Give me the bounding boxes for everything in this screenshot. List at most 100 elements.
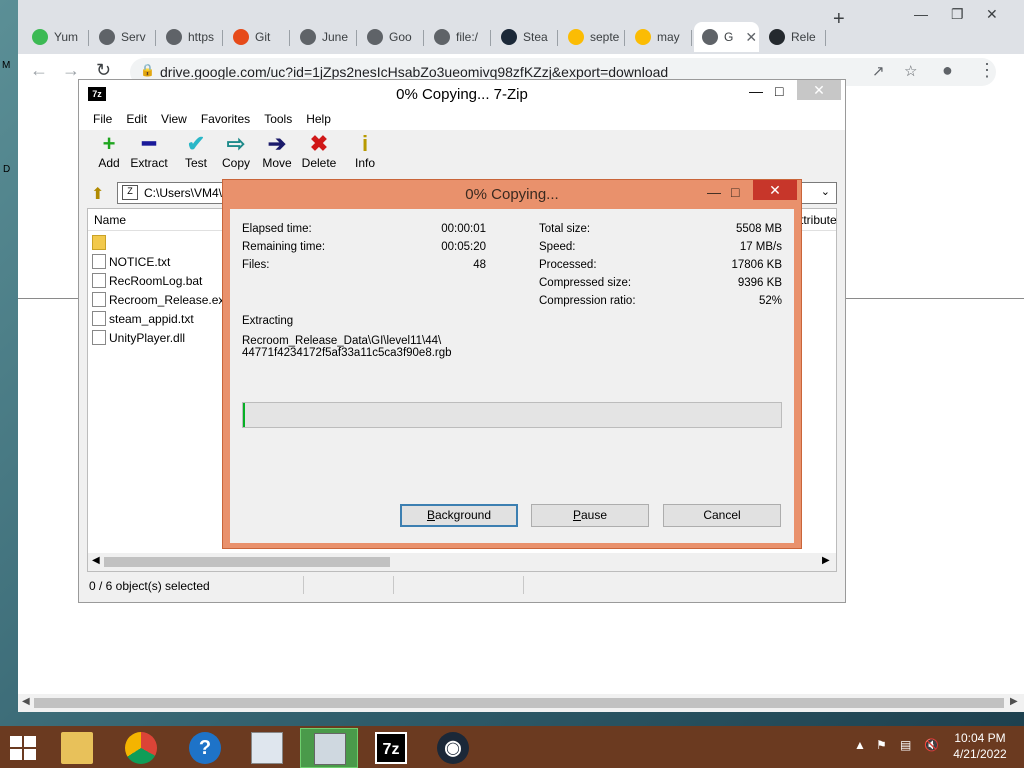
current-file-name: 44771f4234172f5af33a11c5ca3f90e8.rgb bbox=[242, 347, 452, 359]
tab-label: Git bbox=[255, 30, 271, 44]
tab-close-icon[interactable]: ✕ bbox=[745, 29, 757, 46]
browser-tab[interactable]: Rele bbox=[761, 22, 826, 52]
dialog-maximize-button[interactable]: □ bbox=[731, 184, 739, 200]
file-icon bbox=[92, 311, 106, 326]
list-item[interactable]: UnityPlayer.dll bbox=[92, 328, 185, 347]
cancel-button[interactable]: Cancel bbox=[663, 504, 781, 527]
scroll-left-arrow-icon[interactable]: ◀ bbox=[92, 555, 100, 566]
file-list-scroll-thumb[interactable] bbox=[104, 557, 390, 567]
operation-label: Extracting bbox=[242, 315, 294, 327]
browser-tab[interactable]: Git bbox=[225, 22, 290, 52]
background-button[interactable]: Background bbox=[400, 504, 518, 527]
list-item[interactable]: Recroom_Release.exe bbox=[92, 290, 231, 309]
menu-item[interactable]: File bbox=[93, 112, 112, 126]
sevenzip-minimize-button[interactable]: — bbox=[749, 83, 763, 99]
forward-icon[interactable]: → bbox=[62, 60, 80, 81]
browser-tab[interactable]: Yum bbox=[24, 22, 89, 52]
taskbar-monitor[interactable] bbox=[238, 728, 296, 768]
volume-muted-icon[interactable]: 🔇 bbox=[924, 738, 939, 752]
copy-icon: ⇨ bbox=[226, 131, 246, 156]
toolbar-button-add[interactable]: + Add bbox=[89, 132, 129, 178]
column-header-attributes[interactable]: ttribute bbox=[800, 213, 837, 227]
taskbar-steam[interactable]: ◉ bbox=[424, 728, 482, 768]
tab-favicon-icon bbox=[233, 29, 249, 45]
profile-avatar[interactable]: ● bbox=[942, 60, 953, 81]
menu-item[interactable]: Favorites bbox=[201, 112, 250, 126]
total-size-value: 5508 MB bbox=[735, 223, 782, 235]
tab-label: septe bbox=[590, 30, 620, 44]
compression-ratio-label: Compression ratio: bbox=[539, 295, 636, 307]
bookmark-star-icon[interactable]: ☆ bbox=[904, 62, 917, 80]
taskbar-help[interactable]: ? bbox=[176, 728, 234, 768]
taskbar-chrome[interactable] bbox=[112, 728, 170, 768]
page-scroll-thumb[interactable] bbox=[34, 698, 1004, 708]
list-item[interactable]: RecRoomLog.bat bbox=[92, 271, 202, 290]
list-item[interactable]: NOTICE.txt bbox=[92, 252, 170, 271]
browser-tab[interactable]: June bbox=[292, 22, 357, 52]
sevenzip-maximize-button[interactable]: □ bbox=[775, 83, 783, 99]
tray-expand-icon[interactable]: ▲ bbox=[854, 738, 866, 752]
toolbar-button-label: Add bbox=[98, 156, 120, 170]
browser-tab[interactable]: septe bbox=[560, 22, 625, 52]
tab-separator bbox=[557, 30, 558, 46]
folder-up-icon[interactable]: ⬆ bbox=[91, 184, 104, 204]
move-icon: ➔ bbox=[267, 131, 287, 156]
dialog-close-button[interactable]: ✕ bbox=[753, 180, 797, 200]
back-icon[interactable]: ← bbox=[30, 60, 48, 81]
toolbar-button-info[interactable]: i Info bbox=[345, 132, 385, 178]
menu-item[interactable]: Tools bbox=[264, 112, 292, 126]
toolbar-button-extract[interactable]: ━ Extract bbox=[129, 132, 169, 178]
browser-tab[interactable]: file:/ bbox=[426, 22, 491, 52]
browser-tab[interactable]: Stea bbox=[493, 22, 558, 52]
browser-tab[interactable]: Goo bbox=[359, 22, 424, 52]
taskbar-installer[interactable] bbox=[300, 728, 358, 768]
tab-separator bbox=[624, 30, 625, 46]
tab-strip: Yum Serv https Git June Goo file:/ Stea septe may… bbox=[18, 18, 1024, 54]
menu-item[interactable]: Edit bbox=[126, 112, 147, 126]
file-name: steam_appid.txt bbox=[109, 311, 194, 326]
reload-icon[interactable]: ↻ bbox=[96, 60, 111, 81]
status-bar: 0 / 6 object(s) selected bbox=[87, 576, 837, 596]
toolbar-button-test[interactable]: ✔ Test bbox=[176, 132, 216, 178]
browser-tab[interactable]: may bbox=[627, 22, 692, 52]
clock-date: 4/21/2022 bbox=[953, 747, 1007, 761]
chrome-menu-icon[interactable]: ⋮ bbox=[978, 60, 996, 81]
start-button[interactable] bbox=[10, 736, 38, 760]
file-list-horizontal-scrollbar[interactable]: ◀ ▶ bbox=[88, 553, 836, 571]
taskbar-clock[interactable]: 10:04 PM 4/21/2022 bbox=[940, 730, 1020, 762]
toolbar-button-copy[interactable]: ⇨ Copy bbox=[216, 132, 256, 178]
sevenzip-close-button[interactable]: ✕ bbox=[797, 80, 841, 100]
taskbar-file-explorer[interactable] bbox=[48, 728, 106, 768]
share-icon[interactable]: ↗ bbox=[872, 62, 885, 80]
monitor-icon bbox=[251, 732, 283, 764]
tab-label: Rele bbox=[791, 30, 816, 44]
network-icon[interactable]: ▤ bbox=[900, 738, 911, 752]
action-center-flag-icon[interactable]: ⚑ bbox=[876, 738, 887, 752]
scroll-right-arrow-icon[interactable]: ▶ bbox=[1010, 696, 1018, 707]
pause-button[interactable]: Pause bbox=[531, 504, 649, 527]
scroll-right-arrow-icon[interactable]: ▶ bbox=[822, 555, 830, 566]
new-tab-button[interactable]: + bbox=[833, 8, 845, 31]
tab-favicon-icon bbox=[769, 29, 785, 45]
taskbar-7zip[interactable]: 7z bbox=[362, 728, 420, 768]
tab-label: may bbox=[657, 30, 680, 44]
dialog-minimize-button[interactable]: — bbox=[707, 184, 721, 200]
list-item[interactable]: steam_appid.txt bbox=[92, 309, 194, 328]
scroll-left-arrow-icon[interactable]: ◀ bbox=[22, 696, 30, 707]
elapsed-time-label: Elapsed time: bbox=[242, 223, 312, 235]
speed-label: Speed: bbox=[539, 241, 576, 253]
menu-item[interactable]: View bbox=[161, 112, 187, 126]
browser-tab[interactable]: https bbox=[158, 22, 223, 52]
toolbar-button-move[interactable]: ➔ Move bbox=[257, 132, 297, 178]
browser-tab[interactable]: G ✕ bbox=[694, 22, 759, 52]
browser-tab[interactable]: Serv bbox=[91, 22, 156, 52]
list-item[interactable] bbox=[92, 233, 109, 252]
path-text[interactable]: C:\Users\VM4\ bbox=[144, 186, 222, 200]
toolbar-button-delete[interactable]: ✖ Delete bbox=[299, 132, 339, 178]
chevron-down-icon[interactable]: ⌄ bbox=[821, 185, 830, 198]
page-horizontal-scrollbar[interactable]: ◀ ▶ bbox=[18, 694, 1024, 712]
column-header-name[interactable]: Name bbox=[94, 213, 126, 227]
tab-label: G bbox=[724, 30, 734, 44]
menu-item[interactable]: Help bbox=[306, 112, 331, 126]
address-url[interactable]: drive.google.com/uc?id=1jZps2nesIcHsabZo… bbox=[160, 64, 668, 80]
